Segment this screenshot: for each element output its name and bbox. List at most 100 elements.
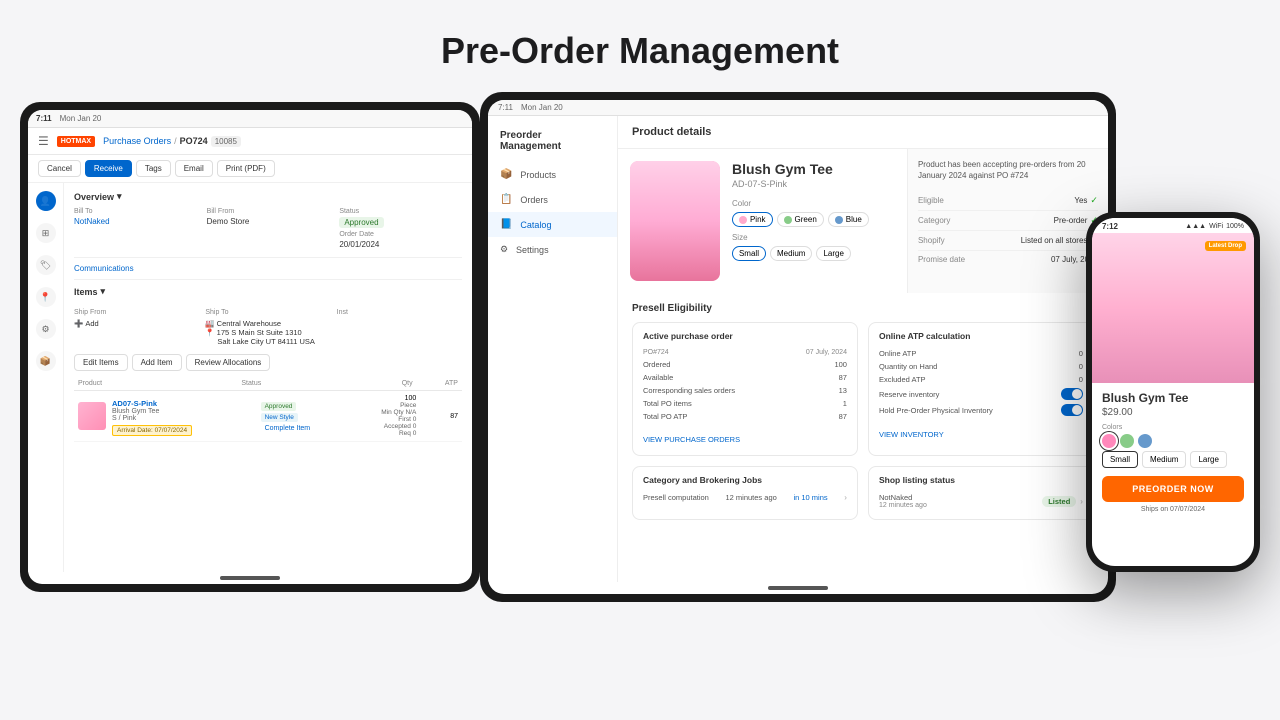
category-row: Category Pre-order ✓	[918, 211, 1098, 231]
color-green[interactable]: Green	[777, 212, 824, 227]
sidebar-item-orders[interactable]: 📋 Orders	[488, 187, 617, 212]
sidebar-icon-user[interactable]: 👤	[36, 191, 56, 211]
category-label: Category	[918, 216, 950, 225]
tc-product-image	[630, 161, 720, 281]
col-qty: Qty	[365, 380, 412, 387]
reserve-toggle[interactable]	[1061, 388, 1083, 400]
ship-to-label: Ship To	[205, 309, 330, 316]
size-large[interactable]: Large	[816, 246, 850, 261]
sidebar-item-products[interactable]: 📦 Products	[488, 162, 617, 187]
shop-arrow-icon: ›	[1080, 497, 1083, 506]
complete-item-link[interactable]: Complete Item	[261, 424, 315, 433]
edit-items-button[interactable]: Edit Items	[74, 354, 128, 371]
bill-to-value[interactable]: NotNaked	[74, 217, 197, 226]
table-row[interactable]: AD07-S-Pink Blush Gym Tee S / Pink Arriv…	[74, 391, 462, 442]
sidebar-icon-box[interactable]: 📦	[36, 351, 56, 371]
presell-computation-label: Presell computation	[643, 493, 709, 502]
po-date: 07 July, 2024	[806, 349, 847, 356]
phone-size-large[interactable]: Large	[1190, 451, 1226, 468]
excluded-label: Excluded ATP	[879, 375, 926, 384]
online-atp-title: Online ATP calculation	[879, 331, 1083, 341]
qty-info: 100 Piece Min Qty N/A First 0 Accepted 0…	[374, 395, 417, 437]
sidebar-icon-tag[interactable]: 🏷	[36, 255, 56, 275]
sidebar-icon-settings[interactable]: ⚙	[36, 319, 56, 339]
ship-from-label: Ship From	[74, 309, 199, 316]
email-button[interactable]: Email	[175, 160, 213, 177]
presell-time: 12 minutes ago	[726, 493, 777, 502]
add-item-button[interactable]: Add Item	[132, 354, 182, 371]
review-allocations-button[interactable]: Review Allocations	[186, 354, 271, 371]
receive-button[interactable]: Receive	[85, 160, 132, 177]
menu-icon[interactable]: ☰	[38, 134, 49, 148]
status-label: Status	[339, 208, 462, 215]
reserve-label: Reserve inventory	[879, 390, 939, 399]
color-pink[interactable]: Pink	[732, 212, 773, 227]
reserve-row: Reserve inventory	[879, 386, 1083, 402]
presell-computation-row: Presell computation 12 minutes ago in 10…	[643, 491, 847, 504]
tablet-left-topbar: 7:11 Mon Jan 20	[28, 110, 472, 128]
hotmax-logo: HOTMAX	[57, 136, 95, 147]
color-blue[interactable]: Blue	[828, 212, 869, 227]
color-label: Color	[732, 199, 895, 208]
eligible-value: Yes ✓	[1074, 195, 1098, 206]
phone-size-small[interactable]: Small	[1102, 451, 1138, 468]
tablet-left-screen: 7:11 Mon Jan 20 ☰ HOTMAX Purchase Orders…	[28, 110, 472, 584]
product-name: Blush Gym Tee	[112, 408, 255, 415]
excluded-value: 0	[1079, 375, 1083, 384]
color-pink-label: Pink	[750, 215, 766, 224]
view-inventory-link[interactable]: VIEW INVENTORY	[879, 430, 944, 439]
tags-button[interactable]: Tags	[136, 160, 171, 177]
phone-right: 7:12 ▲▲▲ WiFi 100% Latest Drop Blush Gym…	[1086, 212, 1260, 572]
page-title: Pre-Order Management	[441, 30, 839, 72]
view-purchase-orders-link[interactable]: VIEW PURCHASE ORDERS	[643, 435, 740, 444]
sidebar-item-settings[interactable]: ⚙ Settings	[488, 237, 617, 262]
phone-product-figure	[1092, 233, 1254, 383]
bill-from-cell: Bill From Demo Store	[207, 208, 330, 249]
preorder-now-button[interactable]: PREORDER NOW	[1102, 476, 1244, 502]
phone-size-medium[interactable]: Medium	[1142, 451, 1186, 468]
hold-toggle[interactable]	[1061, 404, 1083, 416]
phone-color-pink[interactable]	[1102, 434, 1116, 448]
sidebar-item-catalog[interactable]: 📘 Catalog	[488, 212, 617, 237]
ship-from-add[interactable]: ➕Add	[74, 319, 199, 328]
presell-arrow-icon: ›	[844, 493, 847, 502]
wifi-icon: WiFi	[1209, 223, 1223, 230]
tc-day: Mon Jan 20	[521, 103, 563, 112]
product-variant: S / Pink	[112, 415, 255, 422]
active-po-card: Active purchase order PO#724 07 July, 20…	[632, 322, 858, 456]
size-small[interactable]: Small	[732, 246, 766, 261]
print-button[interactable]: Print (PDF)	[217, 160, 275, 177]
sidebar-icon-location[interactable]: 📍	[36, 287, 56, 307]
tablet-center: 7:11 Mon Jan 20 Preorder Management 📦 Pr…	[480, 92, 1116, 602]
ship-to-col: Ship To 🏭 Central Warehouse 📍 175 S Main…	[205, 309, 330, 346]
size-label: Size	[732, 233, 895, 242]
ship-to-city: Salt Lake City UT 84111 USA	[205, 337, 330, 346]
phone-color-green[interactable]	[1120, 434, 1134, 448]
presell-grid: Active purchase order PO#724 07 July, 20…	[632, 322, 1094, 456]
sidebar-orders-label: Orders	[520, 195, 548, 205]
total-po-items-row: Total PO items 1	[643, 397, 847, 410]
size-medium[interactable]: Medium	[770, 246, 812, 261]
total-po-atp-row: Total PO ATP 87	[643, 410, 847, 423]
product-thumbnail	[78, 402, 106, 430]
breadcrumb-link[interactable]: Purchase Orders	[103, 136, 171, 146]
req-val: Req 0	[374, 430, 417, 437]
po-main: Overview ▾ Bill To NotNaked Bill From De…	[64, 183, 472, 572]
ships-text: Ships on 07/07/2024	[1102, 506, 1244, 513]
ordered-label: Ordered	[643, 360, 671, 369]
qty-value: 100	[374, 395, 417, 402]
cancel-button[interactable]: Cancel	[38, 160, 81, 177]
tc-body: Preorder Management 📦 Products 📋 Orders …	[488, 116, 1108, 582]
product-sku[interactable]: AD07-S-Pink	[112, 399, 255, 408]
active-po-title: Active purchase order	[643, 331, 847, 341]
phone-status-icons: ▲▲▲ WiFi 100%	[1185, 223, 1244, 230]
sidebar-icon-grid[interactable]: ⊞	[36, 223, 56, 243]
shop-listing-title: Shop listing status	[879, 475, 1083, 485]
inst-col: Inst	[337, 309, 462, 346]
center-home-indicator-area	[488, 582, 1108, 594]
communications-section[interactable]: Communications	[74, 264, 462, 273]
phone-color-blue[interactable]	[1138, 434, 1152, 448]
hold-row: Hold Pre-Order Physical Inventory	[879, 402, 1083, 418]
items-section-title: Items ▾	[74, 286, 105, 297]
shop-time: 12 minutes ago	[879, 502, 927, 509]
